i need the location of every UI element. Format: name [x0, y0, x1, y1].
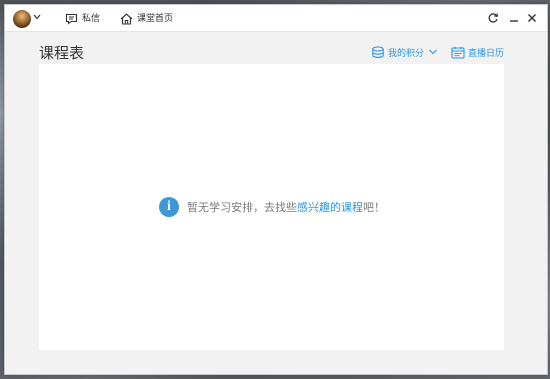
nav-home[interactable]: 课堂首页	[120, 12, 173, 26]
close-icon[interactable]	[526, 12, 538, 24]
nav-messages-label: 私信	[82, 14, 101, 24]
coins-icon	[372, 45, 384, 58]
interesting-courses-link[interactable]: 感兴趣的课程	[297, 201, 363, 214]
live-calendar-label: 直播日历	[468, 48, 505, 59]
nav-home-label: 课堂首页	[137, 14, 174, 24]
message-icon	[65, 13, 78, 25]
info-icon: i	[159, 197, 179, 217]
avatar[interactable]	[13, 10, 31, 28]
chevron-down-icon[interactable]	[33, 12, 41, 22]
minimize-icon[interactable]	[508, 12, 520, 24]
empty-state-text: 暂无学习安排，去找些感兴趣的课程吧！	[187, 199, 385, 215]
page-title: 课程表	[39, 44, 85, 62]
refresh-icon[interactable]	[487, 12, 499, 24]
my-points-label: 我的积分	[388, 48, 425, 59]
empty-state: i 暂无学习安排，去找些感兴趣的课程吧！	[159, 197, 385, 217]
schedule-panel: i 暂无学习安排，去找些感兴趣的课程吧！	[39, 64, 504, 350]
my-points-button[interactable]: 我的积分	[371, 45, 441, 59]
empty-state-suffix: 吧！	[363, 201, 385, 214]
live-calendar-button[interactable]: 直播日历	[451, 45, 504, 59]
chevron-down-icon	[429, 49, 437, 55]
app-window: 私信 课堂首页 课程表 我的积分 直播日历 i 暂无学习安排，去找些感兴趣的课程…	[4, 4, 548, 375]
home-icon	[120, 13, 133, 25]
empty-state-prefix: 暂无学习安排，去找些	[187, 201, 297, 214]
calendar-icon	[451, 46, 465, 59]
nav-messages[interactable]: 私信	[65, 12, 100, 26]
title-bar: 私信 课堂首页	[5, 5, 547, 32]
